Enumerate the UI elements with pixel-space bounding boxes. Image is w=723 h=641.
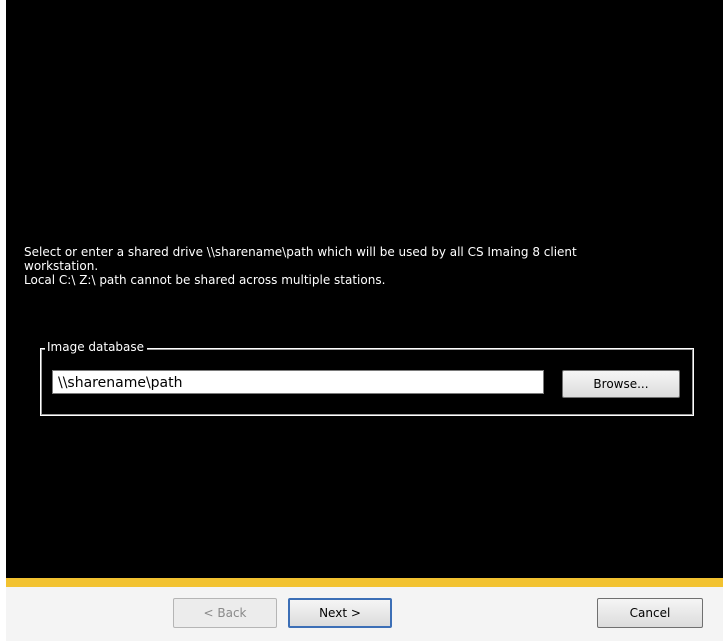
instructions-line-1: Select or enter a shared drive \\sharena… [24, 245, 577, 259]
instructions-line-2: workstation. [24, 259, 99, 273]
installer-dialog: Select or enter a shared drive \\sharena… [0, 0, 723, 641]
accent-divider [6, 578, 723, 587]
image-database-group: Image database Browse... [40, 339, 694, 416]
instructions-line-3: Local C:\ Z:\ path cannot be shared acro… [24, 273, 386, 287]
browse-button[interactable]: Browse... [562, 370, 680, 398]
cancel-button[interactable]: Cancel [597, 598, 703, 628]
content-panel: Select or enter a shared drive \\sharena… [6, 0, 723, 578]
image-database-label: Image database [45, 339, 148, 355]
back-button[interactable]: < Back [173, 598, 277, 628]
next-button[interactable]: Next > [288, 598, 392, 628]
image-database-path-input[interactable] [52, 370, 544, 394]
instructions-text: Select or enter a shared drive \\sharena… [24, 245, 674, 287]
